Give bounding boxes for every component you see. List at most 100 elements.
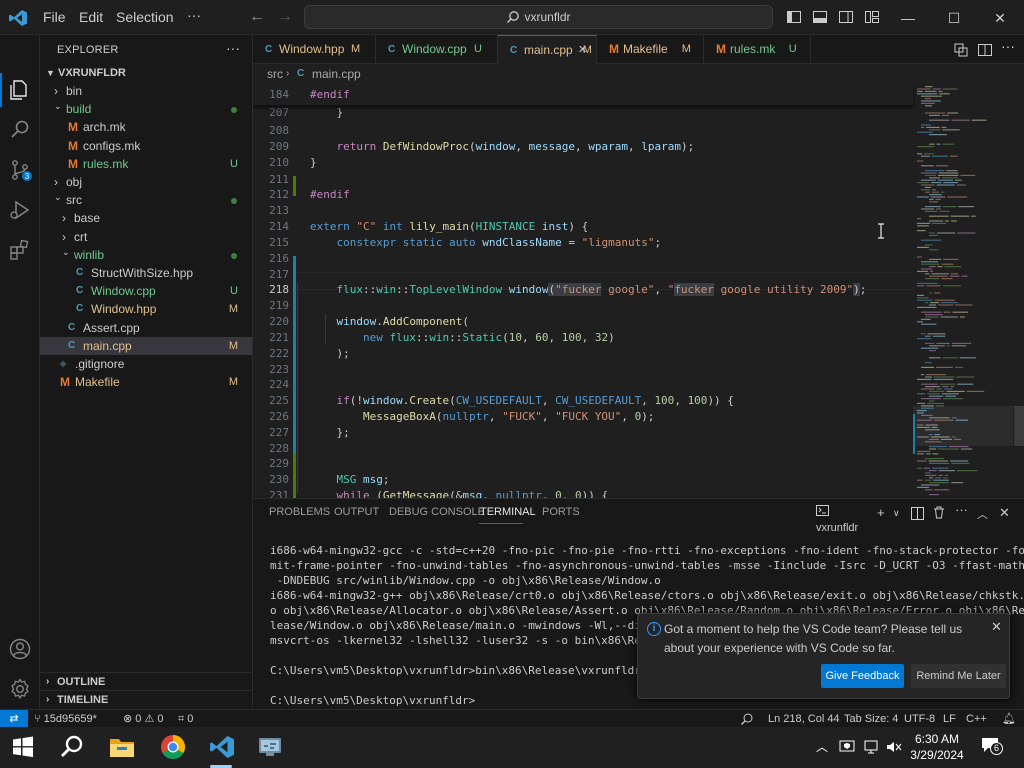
control-panel-icon[interactable] xyxy=(256,733,284,761)
network-icon[interactable] xyxy=(863,740,879,754)
settings-gear-icon[interactable] xyxy=(8,677,32,701)
git-branch[interactable]: ⑂ 15d95659* xyxy=(34,710,97,728)
ports-indicator[interactable]: ⌗ 0 xyxy=(178,710,193,728)
customize-layout-icon[interactable] xyxy=(864,9,880,25)
command-center-search[interactable]: vxrunfldr xyxy=(304,5,773,29)
tab-ports[interactable]: PORTS xyxy=(542,506,580,518)
tree-item[interactable]: ⌄ winlib xyxy=(40,246,252,264)
security-icon[interactable] xyxy=(839,740,855,754)
menu-file[interactable]: File xyxy=(43,9,66,25)
split-editor-icon[interactable] xyxy=(977,42,993,58)
end-of-line[interactable]: LF xyxy=(943,710,956,728)
file-explorer-icon[interactable] xyxy=(108,733,136,761)
tree-item[interactable]: Mrules.mk U xyxy=(40,155,252,173)
close-notification-button[interactable]: ✕ xyxy=(991,619,1002,635)
tree-item[interactable]: ◆ .gitignore xyxy=(40,355,252,373)
menu-selection[interactable]: Selection xyxy=(116,9,174,25)
problems-indicator[interactable]: ⊗ 0 ⚠ 0 xyxy=(123,710,164,728)
makefile-icon: M xyxy=(716,42,726,56)
notification-center-icon[interactable]: 6 xyxy=(981,737,1003,757)
cursor-position[interactable]: Ln 218, Col 44 xyxy=(768,710,840,728)
toggle-panel-icon[interactable] xyxy=(812,9,828,25)
forward-arrow-icon[interactable]: → xyxy=(277,8,293,26)
panel-more-icon[interactable]: ··· xyxy=(955,502,968,517)
tab-terminal[interactable]: TERMINAL xyxy=(480,506,536,518)
tab-makefile[interactable]: M Makefile M xyxy=(597,35,704,64)
show-hidden-icons-icon[interactable]: ︿ xyxy=(816,738,828,755)
source-control-icon[interactable]: 3 xyxy=(8,158,32,182)
tree-item[interactable]: ⌄ src xyxy=(40,191,252,209)
new-terminal-icon[interactable]: + xyxy=(877,505,885,520)
minimap[interactable] xyxy=(913,84,1013,498)
split-terminal-icon[interactable] xyxy=(911,507,924,520)
file-encoding[interactable]: UTF-8 xyxy=(904,710,935,728)
tree-item[interactable]: › crt xyxy=(40,228,252,246)
more-actions-icon[interactable]: ··· xyxy=(1001,38,1017,54)
tree-item[interactable]: ⌄ build xyxy=(40,100,252,118)
back-arrow-icon[interactable]: ← xyxy=(249,8,265,26)
give-feedback-button[interactable]: Give Feedback xyxy=(821,664,904,688)
extensions-icon[interactable] xyxy=(8,238,32,262)
tab-debug-console[interactable]: DEBUG CONSOLE xyxy=(389,506,485,518)
toggle-primary-sidebar-icon[interactable] xyxy=(786,9,802,25)
vscode-taskbar-icon[interactable] xyxy=(208,733,236,761)
terminal-dropdown-icon[interactable]: ∨ xyxy=(893,508,900,519)
language-mode[interactable]: C++ xyxy=(966,710,987,728)
tab-window-hpp[interactable]: C Window.hpp M xyxy=(253,35,376,64)
remote-indicator-icon[interactable]: ⇄ xyxy=(0,710,28,728)
search-icon[interactable] xyxy=(8,118,32,142)
notifications-bell-icon[interactable]: 🔔︎ xyxy=(1002,710,1016,728)
trash-icon[interactable] xyxy=(933,506,945,519)
minimize-button[interactable]: — xyxy=(893,10,923,26)
menu-edit[interactable]: Edit xyxy=(79,9,103,25)
chevron-down-icon: ⌄ xyxy=(54,101,62,112)
explorer-icon[interactable] xyxy=(8,78,32,102)
volume-muted-icon[interactable] xyxy=(886,740,902,754)
account-icon[interactable] xyxy=(8,637,32,661)
terminal-selector[interactable]: vxrunfldr xyxy=(816,504,874,534)
tree-item[interactable]: › base xyxy=(40,209,252,227)
tree-item[interactable]: Mconfigs.mk xyxy=(40,137,252,155)
sticky-scroll[interactable]: 184 #endif xyxy=(253,84,913,105)
chrome-icon[interactable] xyxy=(159,733,187,761)
workspace-root[interactable]: ▼ VXRUNFLDR xyxy=(40,64,252,82)
close-window-button[interactable]: ✕ xyxy=(985,10,1015,27)
toggle-secondary-sidebar-icon[interactable] xyxy=(838,9,854,25)
timeline-section[interactable]: › TIMELINE xyxy=(40,690,252,708)
maximize-panel-icon[interactable]: ︿ xyxy=(977,506,988,522)
tree-item[interactable]: March.mk xyxy=(40,118,252,136)
tree-item[interactable]: C Window.cpp U xyxy=(40,282,252,300)
compare-changes-icon[interactable] xyxy=(953,42,969,58)
taskbar-search-icon[interactable] xyxy=(58,733,86,761)
editor-scrollbar-thumb[interactable] xyxy=(1014,406,1024,446)
windows-start-icon[interactable] xyxy=(12,736,34,758)
tab-output[interactable]: OUTPUT xyxy=(334,506,379,518)
menu-more-icon[interactable]: ··· xyxy=(187,7,201,23)
code-editor[interactable]: 184 #endif 207 } 208 209 return DefWindowP… xyxy=(253,84,1024,498)
outline-section[interactable]: › OUTLINE xyxy=(40,672,252,690)
vscode-logo-icon[interactable] xyxy=(8,8,28,28)
tab-main-cpp[interactable]: Cmain.cpp M ✕ xyxy=(498,35,597,65)
tab-problems[interactable]: PROBLEMS xyxy=(269,506,330,518)
tab-rules-mk[interactable]: Mrules.mk U xyxy=(704,35,811,64)
tree-item[interactable]: › bin xyxy=(40,82,252,100)
tree-item[interactable]: C Window.hpp M xyxy=(40,300,252,318)
tree-item[interactable]: Cmain.cpp M xyxy=(40,336,252,355)
indentation[interactable]: Tab Size: 4 xyxy=(844,710,898,728)
explorer-more-icon[interactable]: ··· xyxy=(226,40,240,56)
close-panel-icon[interactable]: ✕ xyxy=(999,505,1010,521)
close-tab-icon[interactable]: ✕ xyxy=(578,36,587,65)
tree-item[interactable]: › obj xyxy=(40,173,252,191)
tab-window-cpp[interactable]: C Window.cpp U xyxy=(376,35,498,64)
chevron-down-icon: ⌄ xyxy=(54,192,62,203)
breadcrumb-file[interactable]: main.cpp xyxy=(312,64,361,84)
maximize-button[interactable]: ☐ xyxy=(939,10,969,27)
tree-item[interactable]: C StructWithSize.hpp xyxy=(40,264,252,282)
run-debug-icon[interactable] xyxy=(8,198,32,222)
zoom-icon[interactable] xyxy=(740,712,754,726)
remind-me-later-button[interactable]: Remind Me Later xyxy=(911,664,1006,688)
tree-item[interactable]: C Assert.cpp xyxy=(40,319,252,337)
breadcrumb-folder[interactable]: src xyxy=(267,64,283,84)
system-clock[interactable]: 6:30 AM 3/29/2024 xyxy=(902,731,972,763)
tree-item[interactable]: M Makefile M xyxy=(40,373,252,391)
